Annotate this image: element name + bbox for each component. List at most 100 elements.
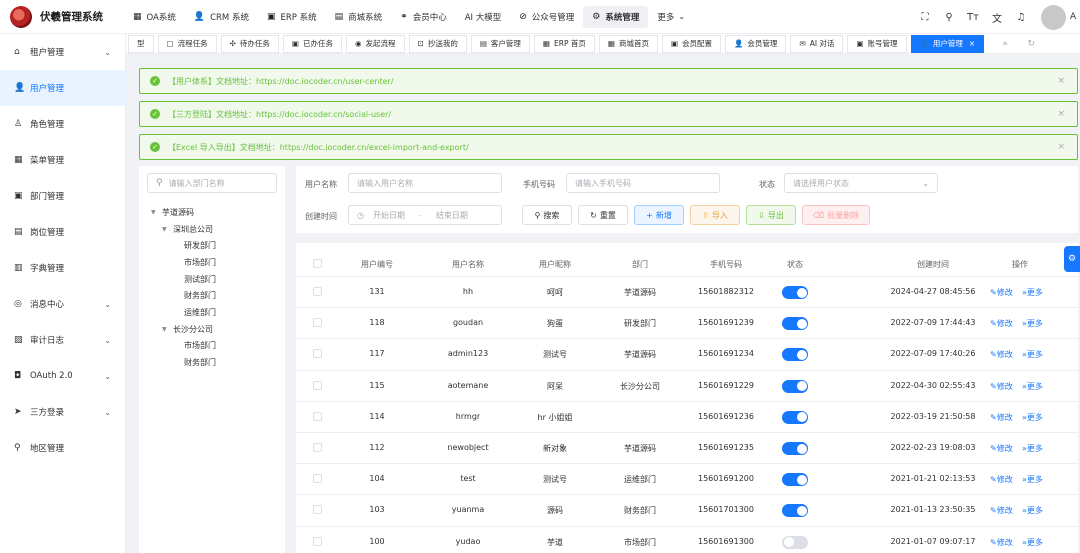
- sidebar-item[interactable]: ▤ 岗位管理: [0, 214, 125, 250]
- status-switch[interactable]: [782, 535, 808, 549]
- alert-text[interactable]: 【用户体系】文档地址：https://doc.iocoder.cn/user-c…: [168, 76, 394, 87]
- sidebar-item[interactable]: ⌂ 租户管理 ⌄: [0, 34, 125, 70]
- translate-icon[interactable]: 文: [985, 10, 1009, 25]
- more-button[interactable]: »更多: [1022, 381, 1043, 392]
- tree-node[interactable]: 财务部门: [147, 287, 277, 304]
- row-checkbox[interactable]: [313, 318, 322, 328]
- font-size-icon[interactable]: Tт: [961, 12, 985, 23]
- row-checkbox[interactable]: [313, 474, 322, 484]
- sidebar-item[interactable]: ▦ 菜单管理: [0, 142, 125, 178]
- more-button[interactable]: »更多: [1022, 537, 1043, 548]
- more-button[interactable]: »更多: [1022, 443, 1043, 454]
- sidebar-item[interactable]: ▣ 部门管理: [0, 178, 125, 214]
- sidebar-item[interactable]: ◘ OAuth 2.0 ⌄: [0, 358, 125, 394]
- fullscreen-icon[interactable]: ⛶: [913, 12, 937, 23]
- add-button[interactable]: + 新增: [634, 205, 684, 225]
- bell-icon[interactable]: ♫: [1009, 12, 1033, 23]
- edit-button[interactable]: ✎修改: [990, 443, 1013, 454]
- user-name[interactable]: A: [1070, 12, 1080, 22]
- more-button[interactable]: »更多: [1022, 318, 1043, 329]
- tab[interactable]: ▣ 会员配置: [661, 34, 722, 53]
- tab[interactable]: 👤 会员管理: [725, 34, 787, 53]
- tab[interactable]: ▣ 已办任务: [282, 34, 342, 53]
- tabs-next-icon[interactable]: »: [996, 39, 1014, 49]
- sidebar-item[interactable]: ▥ 字典管理: [0, 250, 125, 286]
- caret-icon[interactable]: ▼: [162, 326, 173, 333]
- tree-node[interactable]: ▼ 长沙分公司: [147, 321, 277, 338]
- tree-node[interactable]: 市场部门: [147, 338, 277, 355]
- username-input[interactable]: 请输入用户名称: [348, 173, 502, 193]
- edit-button[interactable]: ✎修改: [990, 412, 1013, 423]
- edit-button[interactable]: ✎修改: [990, 349, 1013, 360]
- tab[interactable]: ▦ 商城首页: [598, 34, 658, 53]
- batch-delete-button[interactable]: ⌫ 批量删除: [802, 205, 870, 225]
- status-switch[interactable]: [782, 379, 808, 393]
- topnav-item[interactable]: ⚙ 系统管理: [583, 5, 649, 28]
- tab[interactable]: ▤ 客户管理: [470, 34, 530, 53]
- row-checkbox[interactable]: [313, 443, 322, 452]
- sidebar-item[interactable]: ➤ 三方登录 ⌄: [0, 394, 125, 430]
- sidebar-item[interactable]: ◎ 消息中心 ⌄: [0, 286, 125, 322]
- sidebar-item[interactable]: ▧ 审计日志 ⌄: [0, 322, 125, 358]
- tab[interactable]: ▢ 流程任务: [157, 34, 217, 53]
- status-switch[interactable]: [782, 504, 808, 518]
- edit-button[interactable]: ✎修改: [990, 287, 1013, 298]
- status-switch[interactable]: [782, 410, 808, 424]
- edit-button[interactable]: ✎修改: [990, 474, 1013, 485]
- topnav-item[interactable]: ⊘ 公众号管理: [510, 6, 583, 28]
- topnav-item[interactable]: ▦ OA系统: [124, 6, 185, 28]
- tab[interactable]: 型: [128, 34, 154, 53]
- more-button[interactable]: »更多: [1022, 287, 1043, 298]
- topnav-item[interactable]: 更多 ⌄: [648, 6, 694, 28]
- status-switch[interactable]: [782, 442, 808, 455]
- created-date-range[interactable]: ◷ 开始日期 - 结束日期: [348, 205, 502, 225]
- close-icon[interactable]: ×: [969, 39, 975, 48]
- mobile-input[interactable]: 请输入手机号码: [566, 173, 720, 193]
- tree-node[interactable]: 财务部门: [147, 354, 277, 371]
- tree-node[interactable]: ▼ 芋道源码: [147, 204, 277, 221]
- status-switch[interactable]: [782, 473, 808, 487]
- tree-node[interactable]: ▼ 深圳总公司: [147, 221, 277, 238]
- more-button[interactable]: »更多: [1022, 505, 1043, 516]
- tab[interactable]: ▦ ERP 首页: [533, 34, 595, 53]
- tab[interactable]: ▣ 账号管理: [847, 34, 907, 53]
- tab[interactable]: ◉ 发起流程: [345, 34, 405, 53]
- status-switch[interactable]: [782, 286, 808, 299]
- topnav-item[interactable]: ▤ 商城系统: [326, 6, 392, 28]
- sidebar-item[interactable]: 👤 用户管理: [0, 70, 125, 106]
- row-checkbox[interactable]: [313, 380, 322, 390]
- reset-button[interactable]: ↻ 重置: [578, 205, 628, 225]
- close-icon[interactable]: ×: [1057, 109, 1065, 119]
- tab[interactable]: ✣ 待办任务: [220, 34, 279, 53]
- edit-button[interactable]: ✎修改: [990, 381, 1013, 392]
- row-checkbox[interactable]: [313, 349, 322, 359]
- tree-node[interactable]: 市场部门: [147, 254, 277, 271]
- row-checkbox[interactable]: [313, 411, 322, 421]
- select-all-checkbox[interactable]: [313, 259, 322, 268]
- edit-button[interactable]: ✎修改: [990, 505, 1013, 516]
- more-button[interactable]: »更多: [1022, 474, 1043, 485]
- close-icon[interactable]: ×: [1057, 142, 1065, 152]
- edit-button[interactable]: ✎修改: [990, 537, 1013, 548]
- row-checkbox[interactable]: [313, 287, 322, 296]
- import-button[interactable]: ⇧ 导入: [690, 205, 740, 225]
- more-button[interactable]: »更多: [1022, 349, 1043, 360]
- edit-button[interactable]: ✎修改: [990, 318, 1013, 329]
- status-switch[interactable]: [782, 348, 808, 362]
- close-icon[interactable]: ×: [1057, 76, 1065, 86]
- tree-node[interactable]: 研发部门: [147, 237, 277, 254]
- dept-search-input[interactable]: ⚲ 请输入部门名称: [147, 173, 277, 193]
- sidebar-item[interactable]: ♙ 角色管理: [0, 106, 125, 142]
- tree-node[interactable]: 测试部门: [147, 271, 277, 288]
- topnav-item[interactable]: AI 大模型: [456, 6, 511, 28]
- refresh-icon[interactable]: ↻: [1022, 39, 1040, 49]
- status-switch[interactable]: [782, 317, 808, 331]
- topnav-item[interactable]: ▣ ERP 系统: [258, 6, 326, 28]
- status-select[interactable]: 请选择用户状态 ⌄: [784, 173, 938, 193]
- app-logo[interactable]: 伏羲管理系统: [0, 5, 124, 28]
- tab[interactable]: ✉ AI 对话: [790, 34, 844, 53]
- search-button[interactable]: ⚲ 搜索: [522, 205, 572, 225]
- alert-text[interactable]: 【Excel 导入导出】文档地址：https://doc.iocoder.cn/…: [168, 142, 469, 153]
- more-button[interactable]: »更多: [1022, 412, 1043, 423]
- topnav-item[interactable]: ⚭ 会员中心: [391, 6, 456, 28]
